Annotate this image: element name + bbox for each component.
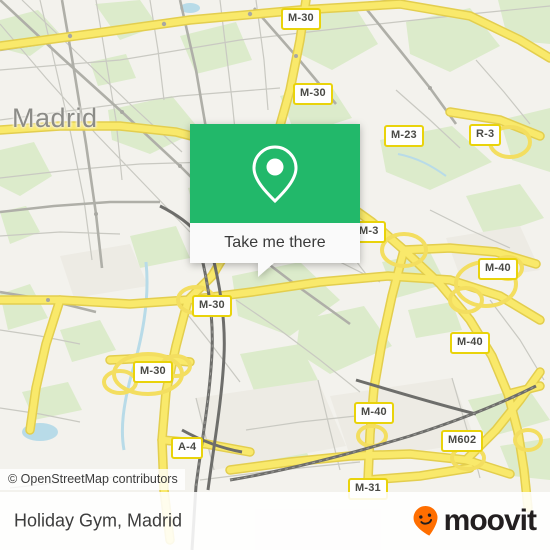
road-shield: M-30 <box>293 83 333 105</box>
popup-pointer-tail <box>258 263 274 277</box>
take-me-there-button[interactable]: Take me there <box>190 223 360 263</box>
road-shield: M-23 <box>384 125 424 147</box>
road-shield: M-40 <box>450 332 490 354</box>
road-shield: M-30 <box>133 361 173 383</box>
moovit-smiley-pin-icon <box>413 506 438 536</box>
road-shield: M-30 <box>281 8 321 30</box>
road-shield: M-40 <box>478 258 518 280</box>
moovit-brand[interactable]: moovit <box>411 504 537 537</box>
road-shield: M-30 <box>192 295 232 317</box>
map-attribution[interactable]: © OpenStreetMap contributors <box>0 469 185 490</box>
moovit-wordmark: moovit <box>443 504 537 537</box>
road-shield: A-4 <box>171 437 204 459</box>
place-title: Holiday Gym, Madrid <box>14 510 183 531</box>
place-popup-card[interactable]: Take me there <box>190 124 360 277</box>
road-shield: R-3 <box>469 124 502 146</box>
footer-bar: Holiday Gym, Madrid moovit <box>0 492 550 550</box>
popup-image-panel <box>190 124 360 223</box>
road-shield: M602 <box>441 430 484 452</box>
road-shield: M-40 <box>354 402 394 424</box>
map-vector-layer <box>0 0 550 550</box>
map-screenshot: Madrid M-30 M-30 M-23 R-3 M-3 M-40 M-30 M-40 M-3… <box>0 0 550 550</box>
map-canvas[interactable]: Madrid M-30 M-30 M-23 R-3 M-3 M-40 M-30 M-40 M-3… <box>0 0 550 550</box>
location-pin-icon <box>252 144 298 203</box>
